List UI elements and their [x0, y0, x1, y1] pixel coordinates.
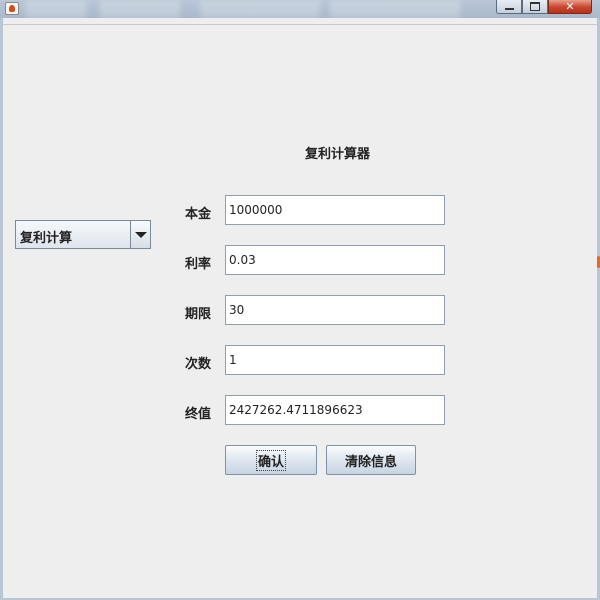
- mode-select-value: 复利计算: [20, 231, 73, 246]
- chevron-down-icon[interactable]: [130, 221, 150, 248]
- maximize-button[interactable]: [522, 0, 548, 14]
- confirm-button-label: 确认: [255, 449, 286, 471]
- final-value-field[interactable]: [225, 395, 445, 425]
- close-button[interactable]: ✕: [548, 0, 592, 14]
- content-panel: 复利计算器 复利计算 本金 利率 期限 次数 终值 确认 清除信息: [3, 24, 597, 598]
- times-label: 次数: [185, 357, 212, 372]
- minimize-button[interactable]: [496, 0, 522, 14]
- principal-label: 本金: [185, 207, 212, 222]
- principal-field[interactable]: [225, 195, 445, 225]
- page-title: 复利计算器: [305, 147, 371, 162]
- term-field[interactable]: [225, 295, 445, 325]
- close-icon: ✕: [565, 0, 575, 13]
- times-field[interactable]: [225, 345, 445, 375]
- title-bar: ✕: [0, 0, 600, 18]
- final-value-label: 终值: [185, 407, 212, 422]
- java-app-icon[interactable]: [5, 2, 19, 15]
- term-label: 期限: [185, 307, 212, 322]
- minimize-icon: [504, 8, 514, 10]
- maximize-icon: [530, 2, 540, 11]
- mode-select[interactable]: 复利计算: [15, 220, 151, 249]
- rate-field[interactable]: [225, 245, 445, 275]
- confirm-button[interactable]: 确认: [225, 445, 317, 475]
- clear-info-button[interactable]: 清除信息: [326, 445, 416, 475]
- rate-label: 利率: [185, 257, 212, 272]
- clear-info-button-label: 清除信息: [344, 454, 397, 470]
